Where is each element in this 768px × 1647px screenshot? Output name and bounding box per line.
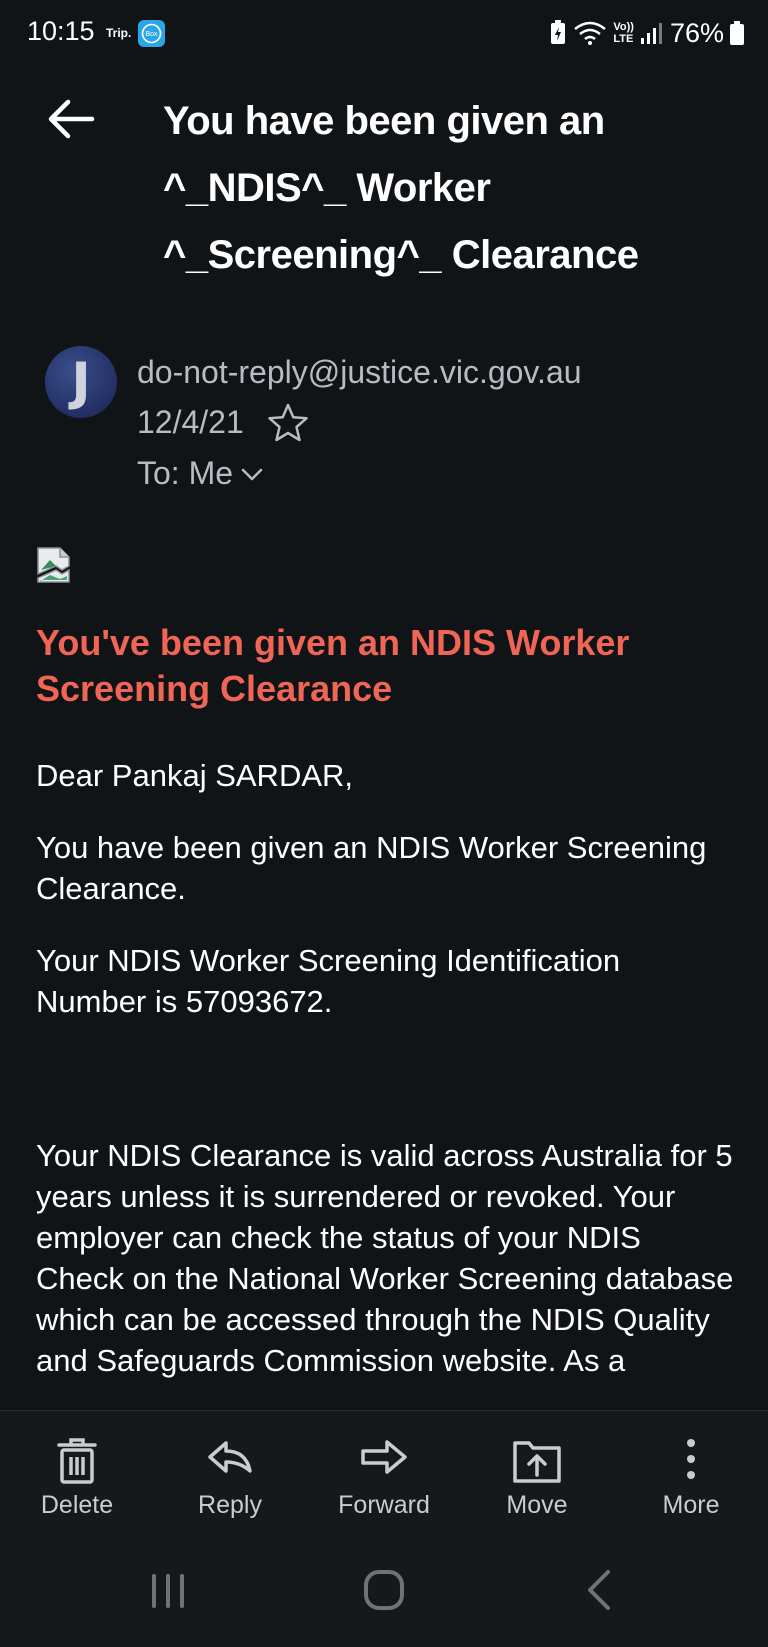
broken-image-icon bbox=[36, 546, 72, 584]
battery-saver-icon bbox=[551, 20, 566, 44]
email-heading: You've been given an NDIS Worker Screeni… bbox=[36, 622, 630, 709]
email-paragraph-2: Your NDIS Worker Screening Identificatio… bbox=[36, 943, 621, 1019]
trip-notification-icon: Trip. bbox=[106, 26, 132, 40]
volte-lte-icon: Vo)) LTE bbox=[613, 21, 634, 45]
delete-label: Delete bbox=[40, 1491, 114, 1519]
move-button[interactable]: Move bbox=[472, 1411, 602, 1531]
home-icon[interactable] bbox=[354, 1560, 414, 1620]
email-action-toolbar: Delete Reply Forward Move More bbox=[0, 1410, 768, 1531]
reply-button[interactable]: Reply bbox=[165, 1411, 295, 1531]
reply-icon bbox=[208, 1441, 252, 1473]
recipient-toggle[interactable]: To: Me bbox=[137, 455, 265, 492]
forward-label: Forward bbox=[338, 1491, 430, 1519]
email-greeting: Dear Pankaj SARDAR, bbox=[36, 758, 354, 793]
status-time: 10:15 bbox=[27, 16, 95, 46]
wifi-icon bbox=[574, 21, 607, 45]
sender-email[interactable]: do-not-reply@justice.vic.gov.au bbox=[137, 354, 582, 391]
delete-button[interactable]: Delete bbox=[12, 1411, 142, 1531]
recent-apps-icon[interactable] bbox=[138, 1560, 198, 1620]
chevron-down-icon bbox=[241, 468, 263, 480]
email-paragraph-1: You have been given an NDIS Worker Scree… bbox=[36, 830, 707, 906]
battery-percent: 76% bbox=[669, 17, 724, 48]
reply-label: Reply bbox=[198, 1491, 262, 1519]
more-vertical-icon bbox=[687, 1439, 695, 1479]
move-folder-icon bbox=[513, 1441, 561, 1483]
box-app-icon: Box bbox=[138, 20, 165, 47]
battery-icon bbox=[730, 21, 744, 45]
box-icon-label: Box bbox=[145, 31, 158, 38]
status-indicators: Vo)) LTE 76% bbox=[549, 16, 744, 50]
star-icon[interactable] bbox=[266, 402, 310, 444]
avatar-letter: J bbox=[71, 352, 91, 412]
email-subject: You have been given an ^_NDIS^_ Worker ^… bbox=[163, 99, 639, 277]
back-nav-icon[interactable] bbox=[570, 1560, 630, 1620]
signal-strength-icon bbox=[640, 23, 662, 44]
back-arrow-icon[interactable] bbox=[44, 92, 98, 146]
system-navigation-bar bbox=[0, 1530, 768, 1647]
status-bar: 10:15 Trip. Box Vo)) LTE 76% bbox=[0, 0, 768, 66]
move-label: Move bbox=[506, 1491, 568, 1519]
email-date: 12/4/21 bbox=[137, 404, 244, 440]
forward-button[interactable]: Forward bbox=[319, 1411, 449, 1531]
trash-icon bbox=[57, 1438, 97, 1484]
volte-label: Vo)) bbox=[613, 21, 634, 33]
forward-icon bbox=[361, 1440, 407, 1474]
lte-label: LTE bbox=[613, 33, 634, 45]
more-button[interactable]: More bbox=[626, 1411, 756, 1531]
sender-avatar[interactable]: J bbox=[45, 346, 117, 418]
email-paragraph-3: Your NDIS Clearance is valid across Aust… bbox=[36, 1138, 734, 1378]
recipient-label: To: Me bbox=[137, 455, 234, 491]
more-label: More bbox=[662, 1491, 720, 1519]
